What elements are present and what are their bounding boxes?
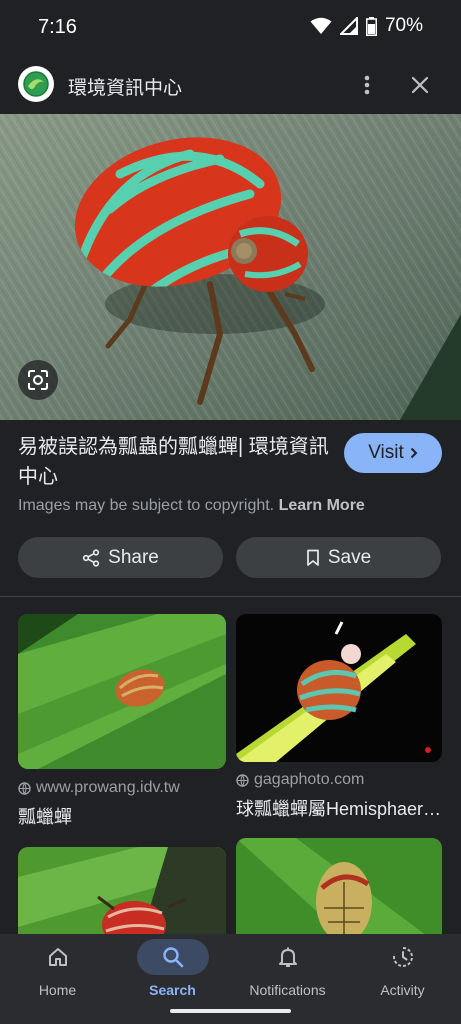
nav-notifications-icon-wrap — [252, 939, 324, 975]
save-button[interactable]: Save — [236, 537, 441, 578]
nav-notifications[interactable]: Notifications — [230, 934, 345, 1014]
visit-label: Visit — [368, 442, 404, 463]
related-image-4[interactable] — [236, 838, 442, 947]
lens-icon — [28, 370, 48, 390]
nav-search-label: Search — [149, 982, 196, 998]
section-divider — [0, 596, 461, 597]
home-icon — [48, 948, 67, 966]
copyright-text: Images may be subject to copyright. — [18, 497, 275, 514]
related-image-1[interactable] — [18, 614, 226, 769]
close-icon — [411, 76, 429, 94]
related-image-3[interactable] — [18, 847, 226, 947]
nav-search-icon-wrap — [136, 939, 209, 975]
status-icons: 70% — [310, 15, 423, 37]
more-options-button[interactable] — [352, 68, 382, 102]
learn-more-link[interactable]: Learn More — [279, 497, 365, 514]
related-title-1[interactable]: 瓢蠟蟬 — [18, 803, 226, 829]
bell-icon — [278, 947, 297, 967]
close-button[interactable] — [404, 68, 436, 102]
battery-percent: 70% — [384, 15, 423, 36]
related-source-1: www.prowang.idv.tw — [18, 779, 180, 797]
status-time: 7:16 — [38, 16, 77, 38]
save-label: Save — [327, 546, 372, 568]
related-source-text-2: gagaphoto.com — [254, 771, 365, 788]
nav-activity-icon-wrap — [367, 939, 439, 975]
history-icon — [392, 947, 413, 967]
site-logo-icon — [18, 66, 54, 102]
bookmark-icon — [306, 549, 319, 566]
nav-home[interactable]: Home — [0, 934, 115, 1014]
nav-activity-label: Activity — [380, 982, 425, 998]
result-image[interactable] — [0, 114, 461, 420]
chevron-right-icon — [410, 447, 418, 459]
result-title[interactable]: 易被誤認為瓢蟲的瓢蠟蟬| 環境資訊中心 — [18, 432, 334, 492]
copyright-notice: Images may be subject to copyright. Lear… — [18, 497, 365, 515]
gesture-home-indicator[interactable] — [170, 1009, 291, 1013]
nav-search[interactable]: Search — [115, 934, 230, 1014]
site-name[interactable]: 環境資訊中心 — [68, 73, 182, 100]
nav-home-label: Home — [38, 982, 77, 998]
wifi-icon — [310, 17, 332, 35]
related-source-2: gagaphoto.com — [236, 771, 364, 789]
battery-icon — [365, 16, 377, 36]
related-title-2[interactable]: 球瓢蠟蟬屬Hemisphaerius — [236, 795, 442, 821]
related-source-text-1: www.prowang.idv.tw — [36, 779, 180, 796]
more-vert-icon — [364, 75, 370, 95]
share-button[interactable]: Share — [18, 537, 223, 578]
nav-home-icon-wrap — [22, 939, 94, 975]
status-bar: 7:16 70% — [0, 0, 461, 56]
nav-activity[interactable]: Activity — [345, 934, 460, 1014]
share-label: Share — [108, 546, 159, 568]
search-icon — [162, 947, 183, 968]
google-lens-button[interactable] — [18, 360, 58, 400]
share-icon — [83, 548, 100, 567]
globe-icon — [236, 773, 249, 787]
visit-button[interactable]: Visit — [344, 433, 442, 473]
nav-notifications-label: Notifications — [249, 982, 326, 998]
cellular-signal-icon — [339, 17, 358, 35]
viewer-header: 環境資訊中心 — [0, 56, 461, 114]
globe-icon — [18, 781, 31, 795]
related-image-2[interactable] — [236, 614, 442, 762]
